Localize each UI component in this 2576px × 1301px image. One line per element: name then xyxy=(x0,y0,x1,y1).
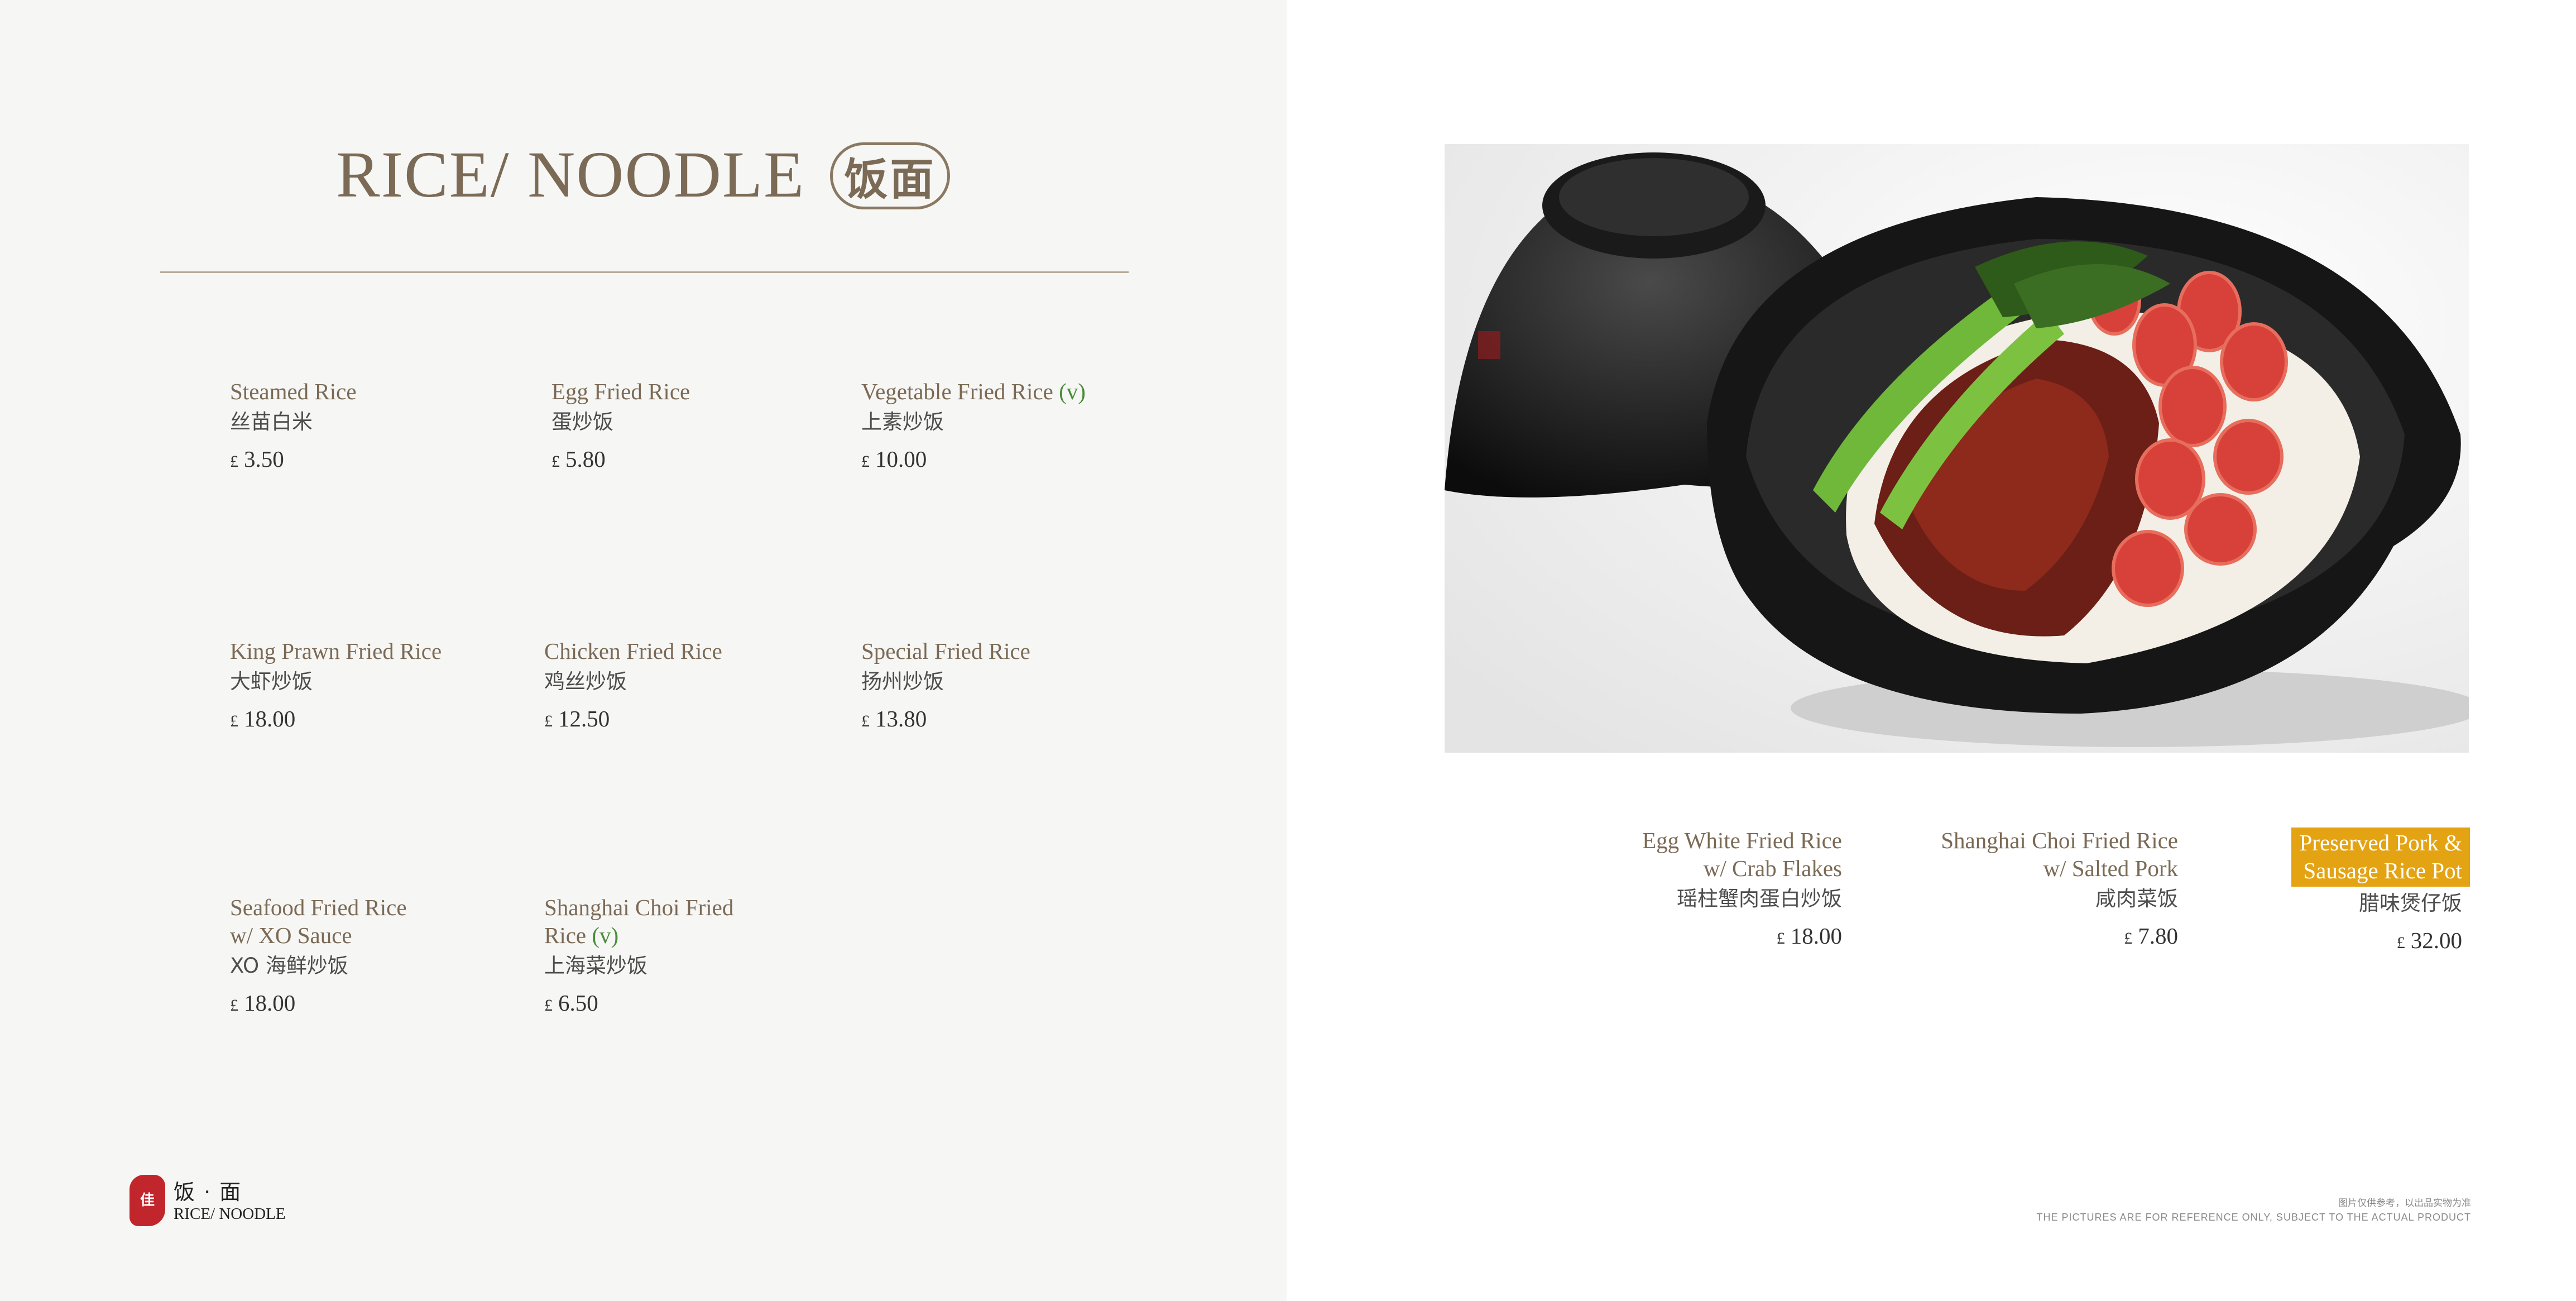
item-name-cn: 丝苗白米 xyxy=(230,410,313,434)
item-name: Egg White Fried Rice xyxy=(1642,828,1842,853)
currency-symbol: £ xyxy=(2124,929,2133,948)
price-value: 5.80 xyxy=(565,446,606,472)
food-illustration xyxy=(1445,144,2469,753)
item-name-cn: 扬州炒饭 xyxy=(861,669,944,693)
title-divider xyxy=(160,271,1129,273)
item-name: Chicken Fried Rice xyxy=(544,638,722,664)
price-value: 18.00 xyxy=(1790,923,1842,949)
price-value: 7.80 xyxy=(2138,923,2178,949)
page-title: RICE/ NOODLE xyxy=(336,138,805,211)
currency-symbol: £ xyxy=(230,452,238,471)
price-value: 12.50 xyxy=(558,706,610,731)
currency-symbol: £ xyxy=(1776,929,1785,948)
menu-item-preserved-pork-rice-pot: Preserved Pork & Sausage Rice Pot 腊味煲仔饭 … xyxy=(2291,828,2470,958)
item-name: Vegetable Fried Rice (v) xyxy=(861,377,1174,405)
currency-symbol: £ xyxy=(2396,934,2405,952)
menu-item-vegetable-fried-rice: Vegetable Fried Rice (v) 上素炒饭 £10.00 xyxy=(861,377,1174,476)
disclaimer-en: THE PICTURES ARE FOR REFERENCE ONLY, SUB… xyxy=(2036,1212,2471,1223)
item-price: £32.00 xyxy=(2291,926,2462,958)
menu-item-seafood-fried-rice: Seafood Fried Rice w/ XO Sauce XO 海鲜炒饭 £… xyxy=(230,893,543,1020)
item-name-cn: 上素炒饭 xyxy=(861,410,944,434)
menu-item-special-fried-rice: Special Fried Rice 扬州炒饭 £13.80 xyxy=(861,637,1174,736)
currency-symbol: £ xyxy=(861,452,870,471)
item-name-cn: 鸡丝炒饭 xyxy=(544,669,627,693)
price-value: 3.50 xyxy=(244,446,284,472)
price-value: 18.00 xyxy=(244,706,296,731)
currency-symbol: £ xyxy=(861,712,870,730)
seal-text: 佳 xyxy=(140,1192,155,1209)
item-name-cn: 腊味煲仔饭 xyxy=(2359,891,2462,915)
menu-item-steamed-rice: Steamed Rice 丝苗白米 £3.50 xyxy=(230,377,543,476)
item-price: £18.00 xyxy=(230,704,543,736)
currency-symbol: £ xyxy=(551,452,560,471)
item-name: Shanghai Choi Fried xyxy=(544,895,734,920)
highlight-badge: Preserved Pork & Sausage Rice Pot xyxy=(2291,828,2470,887)
item-name: Steamed Rice xyxy=(230,379,357,404)
footer-section-cn: 饭 · 面 xyxy=(174,1180,242,1204)
item-price: £5.80 xyxy=(551,444,864,476)
currency-symbol: £ xyxy=(230,712,238,730)
price-value: 6.50 xyxy=(558,990,598,1016)
clay-pot-rice-photo xyxy=(1445,144,2469,753)
price-value: 18.00 xyxy=(244,990,296,1016)
item-name-text: Rice xyxy=(544,922,587,948)
menu-item-egg-fried-rice: Egg Fried Rice 蛋炒饭 £5.80 xyxy=(551,377,864,476)
vegetarian-mark: (v) xyxy=(592,922,619,948)
item-price: £18.00 xyxy=(230,988,543,1020)
price-value: 32.00 xyxy=(2410,927,2462,953)
item-name: Shanghai Choi Fried Rice xyxy=(1941,828,2178,853)
item-name-text: Vegetable Fried Rice xyxy=(861,379,1053,404)
item-name-cn: 瑶柱蟹肉蛋白炒饭 xyxy=(1677,887,1842,911)
item-name-line2: w/ Salted Pork xyxy=(2043,855,2178,881)
item-price: £12.50 xyxy=(544,704,857,736)
item-name-line2: Sausage Rice Pot xyxy=(2303,858,2462,883)
item-name-line2: w/ Crab Flakes xyxy=(1703,855,1842,881)
menu-item-shanghai-choi-fried-rice: Shanghai Choi Fried Rice (v) 上海菜炒饭 £6.50 xyxy=(544,893,857,1020)
price-value: 13.80 xyxy=(875,706,927,731)
menu-item-egg-white-fried-rice: Egg White Fried Rice w/ Crab Flakes 瑶柱蟹肉… xyxy=(1642,826,1842,953)
menu-item-chicken-fried-rice: Chicken Fried Rice 鸡丝炒饭 £12.50 xyxy=(544,637,857,736)
footer-section-en: RICE/ NOODLE xyxy=(174,1205,286,1223)
left-page: RICE/ NOODLE 饭面 Steamed Rice 丝苗白米 £3.50 … xyxy=(0,0,1287,1301)
currency-symbol: £ xyxy=(544,996,553,1015)
item-price: £3.50 xyxy=(230,444,543,476)
item-price: £10.00 xyxy=(861,444,1174,476)
currency-symbol: £ xyxy=(230,996,238,1015)
item-price: £7.80 xyxy=(1941,921,2178,953)
item-name-line2: Rice (v) xyxy=(544,921,857,949)
restaurant-seal-icon: 佳 xyxy=(129,1175,165,1226)
item-name: Preserved Pork & xyxy=(2299,830,2462,855)
item-price: £6.50 xyxy=(544,988,857,1020)
item-name-cn: 咸肉菜饭 xyxy=(2095,887,2178,911)
item-name-cn: XO 海鲜炒饭 xyxy=(230,954,348,978)
disclaimer-cn: 图片仅供参考，以出品实物为准 xyxy=(2338,1198,2471,1209)
title-badge-icon: 饭面 xyxy=(830,142,950,209)
price-value: 10.00 xyxy=(875,446,927,472)
menu-item-shanghai-choi-salted-pork: Shanghai Choi Fried Rice w/ Salted Pork … xyxy=(1941,826,2178,953)
item-name: Egg Fried Rice xyxy=(551,379,690,404)
item-name: Seafood Fried Rice xyxy=(230,895,407,920)
item-name-cn: 蛋炒饭 xyxy=(551,410,613,434)
item-name: King Prawn Fried Rice xyxy=(230,638,442,664)
item-name-cn: 上海菜炒饭 xyxy=(544,954,647,978)
vegetarian-mark: (v) xyxy=(1059,379,1086,404)
item-price: £13.80 xyxy=(861,704,1174,736)
currency-symbol: £ xyxy=(544,712,553,730)
item-name: Special Fried Rice xyxy=(861,638,1030,664)
item-name-cn: 大虾炒饭 xyxy=(230,669,313,693)
item-name-line2: w/ XO Sauce xyxy=(230,922,352,948)
item-price: £18.00 xyxy=(1642,921,1842,953)
menu-item-king-prawn-fried-rice: King Prawn Fried Rice 大虾炒饭 £18.00 xyxy=(230,637,543,736)
